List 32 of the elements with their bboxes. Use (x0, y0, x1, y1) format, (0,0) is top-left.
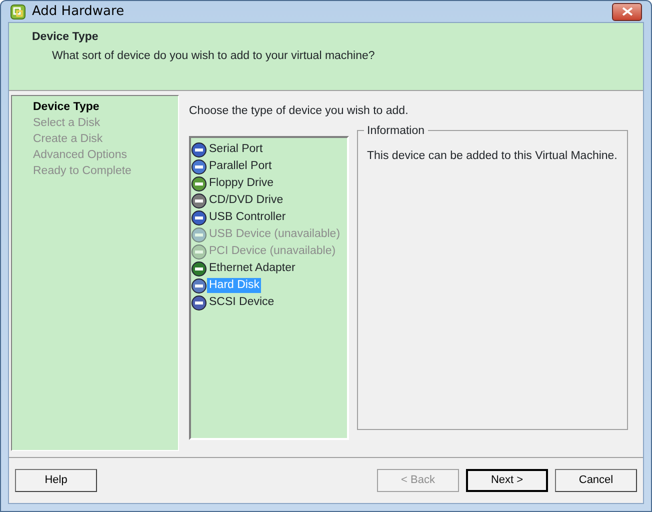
dialog-button[interactable]: Cancel (555, 469, 637, 492)
device-icon (191, 158, 207, 175)
device-icon (191, 176, 207, 192)
device-item[interactable]: CD/DVD Drive (207, 193, 286, 208)
device-item[interactable]: SCSI Device (207, 295, 276, 310)
device-item[interactable]: Floppy Drive (207, 176, 276, 192)
device-item[interactable]: USB Controller (207, 210, 288, 226)
step-item: Ready to Complete (33, 164, 132, 179)
device-icon (191, 142, 207, 158)
dialog-button[interactable]: Help (15, 469, 97, 492)
step-item: Advanced Options (33, 148, 128, 163)
device-icon (191, 278, 207, 294)
step-item: Create a Disk (33, 132, 104, 147)
app-icon (10, 4, 26, 20)
header-title: Device Type (32, 30, 100, 45)
device-item[interactable]: Parallel Port (207, 159, 274, 174)
device-icon (191, 244, 207, 260)
dialog-button[interactable]: Next > (466, 469, 548, 492)
device-icon (191, 294, 207, 311)
device-icon (191, 260, 207, 277)
header-subtitle: What sort of device do you wish to add to your virtual machine? (51, 49, 376, 64)
window-title: Add Hardware (32, 2, 124, 21)
device-item[interactable]: Ethernet Adapter (207, 261, 298, 276)
prompt-text: Choose the type of device you wish to add. (189, 104, 410, 119)
close-button[interactable] (612, 2, 642, 20)
device-icon (191, 210, 207, 226)
device-icon (191, 226, 207, 243)
step-item: Device Type (33, 100, 100, 115)
information-text: This device can be added to this Virtual Machine. (367, 149, 618, 164)
close-icon (622, 7, 632, 16)
step-item: Select a Disk (33, 116, 102, 131)
device-item[interactable]: Serial Port (207, 142, 265, 158)
